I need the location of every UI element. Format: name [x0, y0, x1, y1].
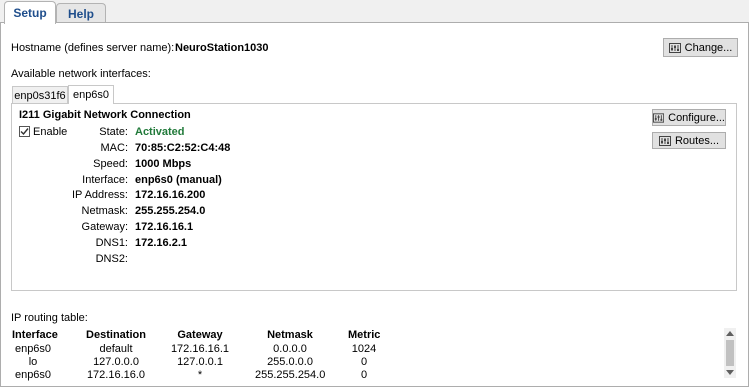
interfaces-label: Available network interfaces: — [11, 68, 151, 80]
table-cell: enp6s0 — [14, 343, 52, 355]
routing-table-scrollbar[interactable] — [724, 328, 736, 378]
dns2-label: DNS2: — [95, 253, 128, 265]
speed-label: Speed: — [93, 158, 128, 170]
dns1-value: 172.16.2.1 — [135, 237, 187, 249]
table-cell: 172.16.16.1 — [170, 343, 230, 355]
ip-address-label: IP Address: — [71, 189, 128, 201]
scroll-down-arrow-icon[interactable] — [726, 370, 734, 375]
table-cell: 0 — [360, 356, 368, 368]
scrollbar-thumb[interactable] — [726, 340, 734, 366]
speed-value: 1000 Mbps — [135, 158, 192, 170]
routes-button[interactable]: Routes... — [652, 132, 726, 149]
table-cell: 0 — [360, 369, 368, 381]
table-cell: 127.0.0.0 — [93, 356, 139, 368]
tab-setup[interactable]: Setup — [4, 1, 56, 24]
table-cell: * — [197, 369, 203, 381]
scroll-up-arrow-icon[interactable] — [726, 331, 734, 336]
column-header-destination: Destination — [86, 329, 146, 341]
table-cell: 127.0.0.1 — [177, 356, 223, 368]
configure-button-label: Configure... — [668, 111, 725, 124]
gateway-value: 172.16.16.1 — [135, 221, 194, 233]
sliders-icon — [658, 135, 671, 146]
table-cell: 255.255.254.0 — [255, 369, 326, 381]
interface-title: I211 Gigabit Network Connection — [19, 109, 191, 121]
interface-name-value: enp6s0 (manual) — [135, 174, 222, 186]
state-value: Activated — [135, 126, 185, 138]
column-header-netmask: Netmask — [267, 329, 313, 341]
interface-name-label: Interface: — [82, 174, 128, 186]
routing-table-label: IP routing table: — [11, 312, 88, 324]
table-cell: enp6s0 — [14, 369, 52, 381]
state-label: State: — [99, 126, 128, 138]
change-button-label: Change... — [684, 41, 733, 54]
table-cell: 0.0.0.0 — [273, 343, 307, 355]
gateway-label: Gateway: — [81, 221, 128, 233]
tab-help[interactable]: Help — [56, 3, 106, 23]
table-cell: default — [99, 343, 133, 355]
mac-value: 70:85:C2:52:C4:48 — [135, 142, 231, 154]
hostname-value: NeuroStation1030 — [175, 42, 269, 54]
sliders-icon — [668, 42, 681, 53]
column-header-interface: Interface — [12, 329, 58, 341]
table-cell: lo — [28, 356, 38, 368]
table-cell: 172.16.16.0 — [86, 369, 146, 381]
sliders-icon — [653, 112, 665, 123]
change-hostname-button[interactable]: Change... — [663, 38, 738, 57]
ip-address-value: 172.16.16.200 — [135, 189, 206, 201]
column-header-gateway: Gateway — [177, 329, 223, 341]
table-cell: 1024 — [351, 343, 377, 355]
hostname-label: Hostname (defines server name): — [11, 42, 175, 54]
configure-button[interactable]: Configure... — [652, 109, 726, 126]
column-header-metric: Metric — [348, 329, 381, 341]
netmask-label: Netmask: — [81, 205, 128, 217]
dns1-label: DNS1: — [95, 237, 128, 249]
tab-enp0s31f6[interactable]: enp0s31f6 — [12, 86, 68, 104]
table-cell: 255.0.0.0 — [267, 356, 313, 368]
netmask-value: 255.255.254.0 — [135, 205, 206, 217]
mac-label: MAC: — [100, 142, 129, 154]
tab-enp6s0[interactable]: enp6s0 — [68, 85, 114, 104]
routes-button-label: Routes... — [674, 134, 720, 147]
